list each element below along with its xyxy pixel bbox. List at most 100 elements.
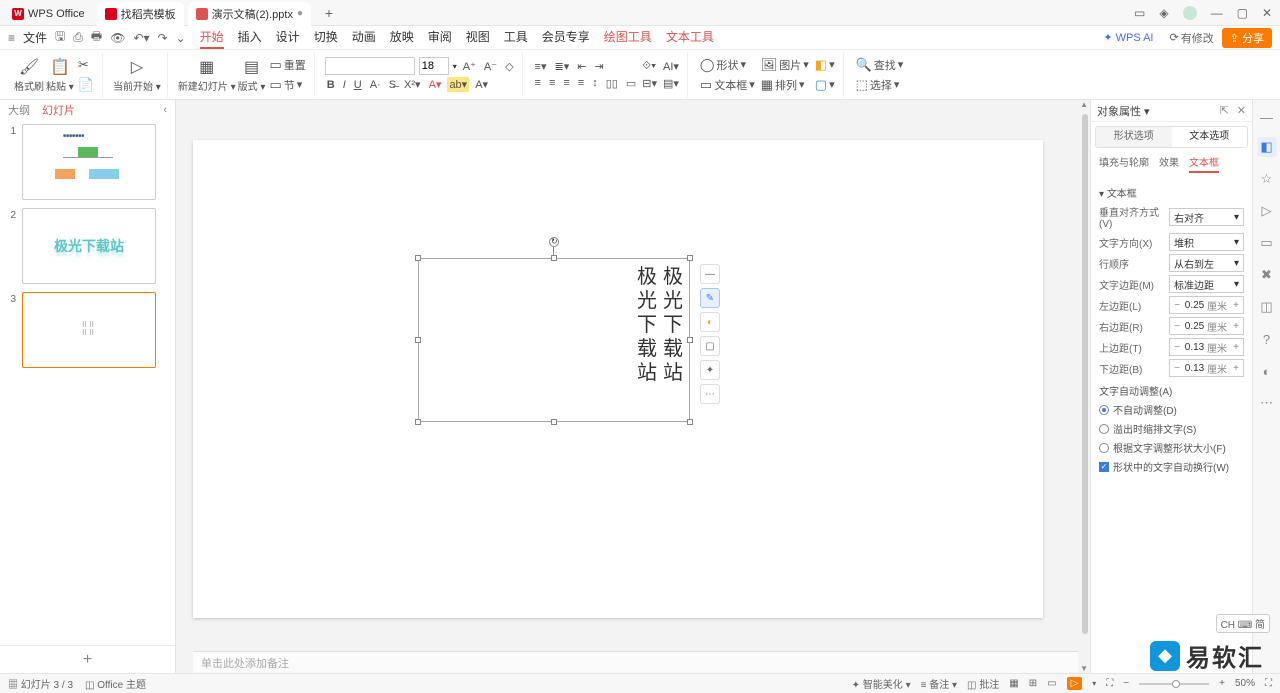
close-button[interactable]: ✕ xyxy=(1262,6,1272,20)
textbox-section-title[interactable]: ▾ 文本框 xyxy=(1099,185,1244,200)
resize-handle[interactable] xyxy=(551,419,557,425)
numbering-button[interactable]: ≣▾ xyxy=(552,59,571,74)
strip-collapse-icon[interactable]: — xyxy=(1260,110,1273,125)
view-presenter-icon[interactable]: ⛶ xyxy=(1106,678,1113,689)
smartart-button[interactable]: ▤▾ xyxy=(661,76,681,91)
view-sorter-icon[interactable]: ⊞ xyxy=(1029,678,1037,689)
direction-select[interactable]: 堆积▾ xyxy=(1169,233,1244,251)
resize-handle[interactable] xyxy=(551,255,557,261)
select-button[interactable]: ⬚ 选择 ▾ xyxy=(854,76,906,94)
align-center-button[interactable]: ≡ xyxy=(547,76,557,90)
text-options-tab[interactable]: 文本选项 xyxy=(1172,127,1248,147)
fit-button[interactable]: ⛶ xyxy=(1265,678,1272,689)
tab-member[interactable]: 会员专享 xyxy=(542,26,590,49)
wrap-checkbox[interactable]: ✓形状中的文字自动换行(W) xyxy=(1099,459,1244,474)
copy-button[interactable]: 📄 xyxy=(76,76,96,94)
bottom-margin-stepper[interactable]: −0.13厘米+ xyxy=(1169,359,1244,377)
strip-tools-icon[interactable]: ✖ xyxy=(1257,265,1277,285)
section-button[interactable]: ▭ 节 ▾ xyxy=(267,76,307,94)
thumbnail-1[interactable]: ■■■■■■■ xyxy=(22,124,156,200)
view-reading-icon[interactable]: ▭ xyxy=(1047,678,1056,689)
resize-handle[interactable] xyxy=(687,419,693,425)
bold-button[interactable]: B xyxy=(325,78,337,92)
share-button[interactable]: ⇪ 分享 xyxy=(1222,28,1272,48)
rotate-handle[interactable] xyxy=(549,237,559,247)
top-margin-stepper[interactable]: −0.13厘米+ xyxy=(1169,338,1244,356)
thumbnail-3[interactable]: ⠿⠿⠿⠿ xyxy=(22,292,156,368)
scroll-down-icon[interactable]: ▼ xyxy=(1080,664,1088,673)
zoom-in-button[interactable]: + xyxy=(1219,678,1225,689)
reset-button[interactable]: ▭ 重置 xyxy=(267,56,307,74)
increase-font-button[interactable]: A⁺ xyxy=(461,59,478,74)
app-tab[interactable]: W WPS Office xyxy=(4,2,93,26)
notes-bar[interactable]: 单击此处添加备注 xyxy=(193,651,1078,673)
fill-button[interactable]: ◧▾ xyxy=(813,56,837,74)
cut-button[interactable]: ✂ xyxy=(76,56,96,74)
align-right-button[interactable]: ≡ xyxy=(561,76,571,90)
left-margin-stepper[interactable]: −0.25厘米+ xyxy=(1169,296,1244,314)
valign-select[interactable]: 右对齐▾ xyxy=(1169,208,1244,226)
clear-format-button[interactable]: ◇ xyxy=(503,59,515,74)
effect-subtab[interactable]: 效果 xyxy=(1159,154,1179,173)
minimize-button[interactable]: — xyxy=(1211,6,1223,20)
slide-count[interactable]: ▦ 幻灯片 3 / 3 xyxy=(8,676,73,691)
undo-icon[interactable]: ↶▾ xyxy=(133,31,149,45)
superscript-button[interactable]: X²▾ xyxy=(402,77,423,92)
resize-handle[interactable] xyxy=(687,337,693,343)
text-direction-button[interactable]: ⟐▾ xyxy=(640,59,659,74)
add-slide-button[interactable]: + xyxy=(0,645,175,673)
strip-properties-icon[interactable]: ◧ xyxy=(1257,137,1277,157)
strip-animation-icon[interactable]: ▷ xyxy=(1257,201,1277,221)
margin-select[interactable]: 标准边距▾ xyxy=(1169,275,1244,293)
decrease-indent-button[interactable]: ⇤ xyxy=(575,59,588,74)
increase-indent-button[interactable]: ⇥ xyxy=(592,59,605,74)
find-button[interactable]: 🔍 查找 ▾ xyxy=(854,56,906,74)
maximize-button[interactable]: ▢ xyxy=(1237,6,1248,20)
templates-tab[interactable]: 找稻壳模板 xyxy=(97,2,184,26)
zoom-out-button[interactable]: − xyxy=(1123,678,1129,689)
outline-button[interactable]: ▢▾ xyxy=(813,76,837,94)
font-select[interactable] xyxy=(325,57,415,75)
distribute-button[interactable]: ▭ xyxy=(624,76,638,91)
slides-tab[interactable]: 幻灯片 xyxy=(42,102,75,118)
avatar-icon[interactable] xyxy=(1183,6,1197,20)
export-icon[interactable]: ⎙ xyxy=(73,30,83,45)
tab-tools[interactable]: 工具 xyxy=(504,26,528,49)
theme-status[interactable]: ◫ Office 主题 xyxy=(85,676,146,691)
view-normal-icon[interactable]: ▦ xyxy=(1009,678,1018,689)
resize-handle[interactable] xyxy=(415,255,421,261)
highlight-button[interactable]: ab▾ xyxy=(447,77,469,92)
tab-animation[interactable]: 动画 xyxy=(352,26,376,49)
tab-insert[interactable]: 插入 xyxy=(238,26,262,49)
beautify-button[interactable]: ✦ 智能美化 ▾ xyxy=(852,676,911,691)
picture-button[interactable]: 🖼 图片 ▾ xyxy=(759,56,811,74)
new-slide-button[interactable]: ▦新建幻灯片 ▾ xyxy=(178,57,236,93)
print-icon[interactable]: 🖶 xyxy=(91,27,102,48)
wps-ai-button[interactable]: ✦ WPS AI xyxy=(1103,31,1153,44)
add-tab-button[interactable]: + xyxy=(319,5,339,21)
strip-template-icon[interactable]: ◫ xyxy=(1257,297,1277,317)
emphasis-button[interactable]: A· xyxy=(368,78,383,92)
save-icon[interactable]: 🖫 xyxy=(55,27,65,48)
tab-review[interactable]: 审阅 xyxy=(428,26,452,49)
tab-text-tools[interactable]: 文本工具 xyxy=(666,26,714,49)
ime-badge[interactable]: CH ⌨ 简 xyxy=(1216,614,1270,633)
tab-slideshow[interactable]: 放映 xyxy=(390,26,414,49)
cube-icon[interactable]: ◈ xyxy=(1159,6,1168,20)
strip-transition-icon[interactable]: ▭ xyxy=(1257,233,1277,253)
close-panel-icon[interactable]: ✕ xyxy=(1237,104,1246,117)
file-menu[interactable]: 文件 xyxy=(23,29,47,46)
slide-canvas[interactable]: 极光 下载 站 极光 下载 站 — ✎ ◐ ▢ ✦ ⋯ xyxy=(193,140,1043,618)
shape-options-tab[interactable]: 形状选项 xyxy=(1096,127,1172,147)
collapse-panel-icon[interactable]: ‹ xyxy=(163,104,167,116)
paste-button[interactable]: 📋粘贴 ▾ xyxy=(46,57,74,93)
underline-button[interactable]: U xyxy=(352,78,364,92)
thumbnail-2[interactable]: 极光下载站 xyxy=(22,208,156,284)
current-start-button[interactable]: ▷当前开始 ▾ xyxy=(113,57,161,93)
opt-resize[interactable]: 根据文字调整形状大小(F) xyxy=(1099,440,1244,455)
align-vertical-button[interactable]: ⊟▾ xyxy=(640,76,659,91)
pin-icon[interactable]: ⇱ xyxy=(1220,104,1229,117)
columns-button[interactable]: ▯▯ xyxy=(604,76,620,91)
line-spacing-button[interactable]: ↕ xyxy=(590,76,600,90)
hamburger-icon[interactable]: ≡ xyxy=(8,31,15,45)
